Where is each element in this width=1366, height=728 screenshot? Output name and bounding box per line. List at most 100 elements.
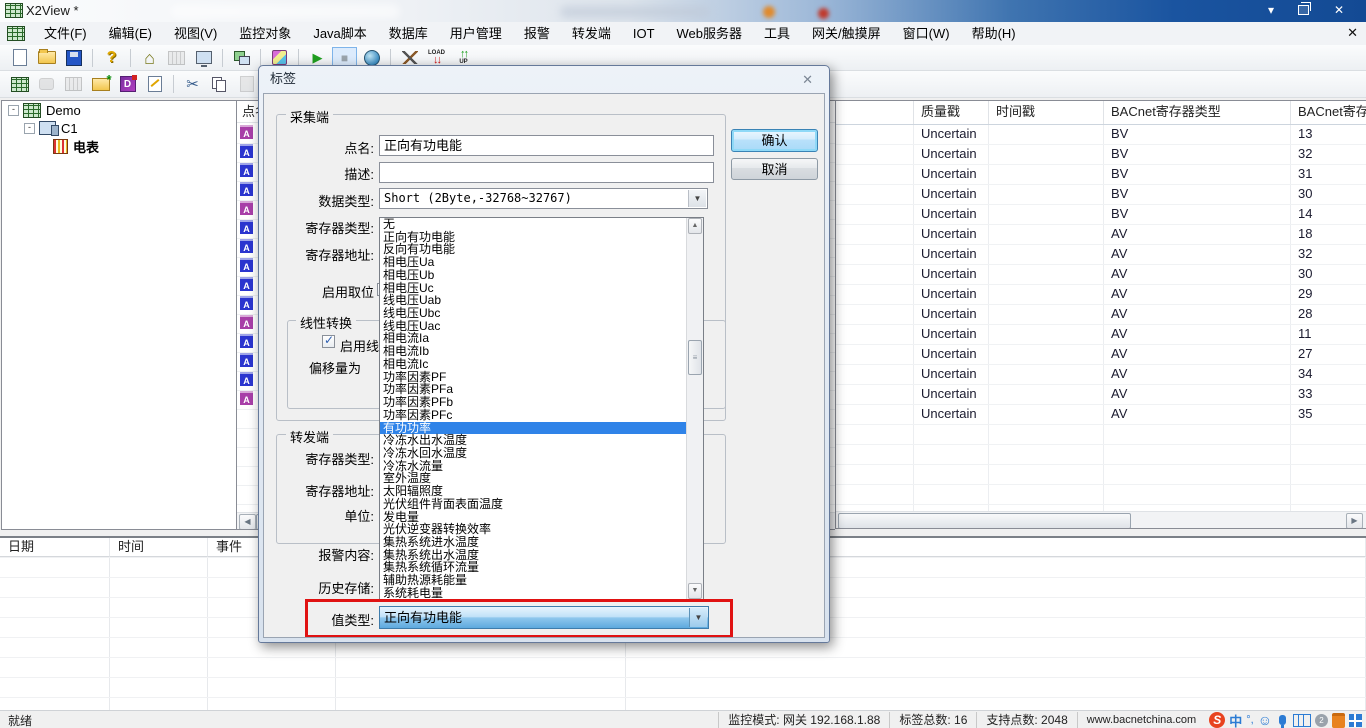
device-net-button[interactable] — [229, 47, 254, 69]
scroll-up-icon[interactable]: ▲ — [688, 218, 702, 234]
dropdown-item[interactable]: 光伏组件背面表面温度 — [380, 498, 689, 511]
event-column-header[interactable]: 时间 — [110, 538, 208, 557]
dropdown-item[interactable]: 功率因素PFc — [380, 409, 689, 422]
restore-button-icon[interactable] — [1298, 5, 1309, 15]
properties-button[interactable] — [142, 73, 167, 95]
user-count-icon[interactable]: 2 — [1315, 714, 1328, 727]
database-d-button[interactable]: D — [115, 73, 140, 95]
table-row[interactable]: UncertainAV32 — [836, 245, 1366, 265]
table-row[interactable]: UncertainAV35 — [836, 405, 1366, 425]
scroll-thumb[interactable]: ≡ — [688, 340, 702, 375]
scroll-down-icon[interactable]: ▼ — [688, 583, 702, 599]
tree-node-Demo[interactable]: -Demo — [2, 101, 236, 119]
column-header[interactable]: 时间戳 — [989, 101, 1104, 124]
emoji-icon[interactable]: ☺ — [1258, 712, 1272, 728]
table-row[interactable] — [836, 425, 1366, 445]
microphone-icon[interactable] — [1279, 715, 1286, 725]
dropdown-vscrollbar[interactable]: ▲ ≡ ▼ — [686, 218, 703, 599]
dialog-close-icon[interactable]: ✕ — [802, 72, 813, 88]
ime-punctuation-icon[interactable]: °, — [1246, 714, 1253, 726]
save-button[interactable] — [61, 47, 86, 69]
dropdown-item[interactable]: 相电压Ub — [380, 269, 689, 282]
scroll-left-icon[interactable]: ◀ — [239, 514, 256, 530]
open-folder-button[interactable] — [34, 47, 59, 69]
menu-item[interactable]: Web服务器 — [666, 23, 754, 45]
scroll-thumb[interactable] — [838, 513, 1131, 529]
tree-node-C1[interactable]: -C1 — [2, 119, 236, 137]
menu-item[interactable]: 编辑(E) — [98, 23, 163, 45]
data-type-combobox[interactable]: Short (2Byte,-32768~32767) ▼ — [379, 188, 708, 209]
tag-table-button[interactable] — [7, 73, 32, 95]
table-row[interactable]: UncertainAV18 — [836, 225, 1366, 245]
table-row[interactable]: UncertainAV29 — [836, 285, 1366, 305]
table-row[interactable]: UncertainBV13 — [836, 125, 1366, 145]
tree-expander-icon[interactable]: - — [8, 105, 19, 116]
scroll-right-icon[interactable]: ▶ — [1346, 513, 1363, 529]
copy-button[interactable] — [207, 73, 232, 95]
column-header[interactable]: BACnet寄存器地址 — [1291, 101, 1366, 124]
table-row[interactable]: UncertainAV34 — [836, 365, 1366, 385]
chevron-down-icon[interactable]: ▼ — [688, 190, 706, 207]
menu-item[interactable]: 用户管理 — [439, 23, 513, 45]
dropdown-item[interactable]: 集热系统进水温度 — [380, 536, 689, 549]
column-header[interactable] — [836, 101, 914, 124]
help-button[interactable]: ? — [99, 47, 124, 69]
event-column-header[interactable]: 日期 — [0, 538, 110, 557]
menu-item[interactable]: 数据库 — [378, 23, 439, 45]
dropdown-item[interactable]: 辅助热源耗能量 — [380, 574, 689, 587]
sogou-logo-icon[interactable]: S — [1209, 712, 1225, 728]
menu-item[interactable]: 文件(F) — [33, 23, 98, 45]
cancel-button[interactable]: 取消 — [731, 158, 818, 180]
table-row[interactable]: UncertainAV11 — [836, 325, 1366, 345]
menu-item[interactable]: 报警 — [513, 23, 561, 45]
menu-item[interactable]: 工具 — [753, 23, 801, 45]
menu-item[interactable]: IOT — [622, 23, 666, 45]
home-button[interactable]: ⌂ — [137, 47, 162, 69]
mdi-close-icon[interactable]: ✕ — [1347, 25, 1358, 41]
table-row[interactable]: UncertainAV28 — [836, 305, 1366, 325]
dropdown-item[interactable]: 功率因素PFb — [380, 396, 689, 409]
tag-table-hscrollbar[interactable]: ▶ — [836, 511, 1366, 529]
tree-node-电表[interactable]: 电表 — [2, 137, 236, 155]
minimize-button-icon[interactable]: ▾ — [1258, 2, 1284, 19]
table-row[interactable] — [836, 465, 1366, 485]
dropdown-item[interactable]: 无 — [380, 218, 689, 231]
ime-menu-grid-icon[interactable] — [1349, 714, 1362, 727]
ime-language-icon[interactable]: 中 — [1229, 711, 1242, 728]
menu-item[interactable]: 帮助(H) — [961, 23, 1027, 45]
keyboard-icon[interactable] — [1293, 714, 1311, 727]
monitor-view-button[interactable] — [191, 47, 216, 69]
description-input[interactable] — [379, 162, 714, 183]
dropdown-item[interactable]: 相电流Ic — [380, 358, 689, 371]
dropdown-item[interactable]: 太阳辐照度 — [380, 485, 689, 498]
table-row[interactable]: UncertainAV30 — [836, 265, 1366, 285]
dropdown-item[interactable]: 相电流Ib — [380, 345, 689, 358]
cut-button[interactable]: ✂ — [180, 73, 205, 95]
skin-icon[interactable] — [1332, 713, 1345, 728]
table-row[interactable]: UncertainBV32 — [836, 145, 1366, 165]
ok-button[interactable]: 确认 — [731, 129, 818, 152]
dropdown-item[interactable]: 线电压Ubc — [380, 307, 689, 320]
table-row[interactable]: UncertainBV31 — [836, 165, 1366, 185]
menu-item[interactable]: 转发端 — [561, 23, 622, 45]
tree-expander-icon[interactable]: - — [24, 123, 35, 134]
table-row[interactable]: UncertainBV30 — [836, 185, 1366, 205]
new-folder-button[interactable] — [88, 73, 113, 95]
new-file-button[interactable] — [7, 47, 32, 69]
table-row[interactable]: UncertainAV33 — [836, 385, 1366, 405]
menu-item[interactable]: 视图(V) — [163, 23, 228, 45]
table-row[interactable]: UncertainBV14 — [836, 205, 1366, 225]
dropdown-item[interactable]: 系统耗电量 — [380, 587, 689, 600]
menu-item[interactable]: 窗口(W) — [892, 23, 961, 45]
menu-item[interactable]: 监控对象 — [228, 23, 302, 45]
point-name-input[interactable]: 正向有功电能 — [379, 135, 714, 156]
close-button-icon[interactable]: ✕ — [1326, 2, 1352, 19]
column-header[interactable]: BACnet寄存器类型 — [1104, 101, 1291, 124]
table-row[interactable]: UncertainAV27 — [836, 345, 1366, 365]
table-row[interactable] — [836, 445, 1366, 465]
dropdown-item[interactable]: 相电压Ua — [380, 256, 689, 269]
enable-linear-checkbox[interactable] — [322, 335, 335, 348]
menu-item[interactable]: 网关/触摸屏 — [801, 23, 892, 45]
table-row[interactable] — [836, 485, 1366, 505]
column-header[interactable]: 质量戳 — [914, 101, 989, 124]
